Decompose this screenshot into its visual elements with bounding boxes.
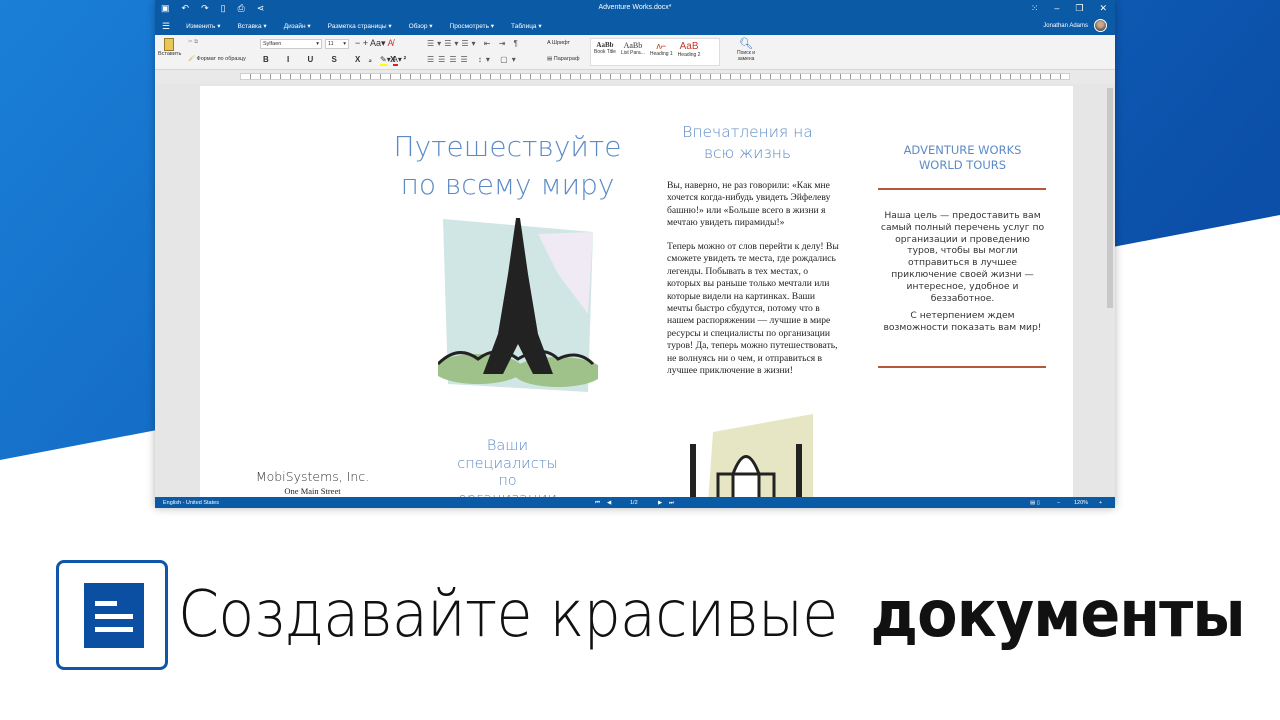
font-name-select[interactable]: Sylfaen ▾: [260, 39, 322, 49]
page-indicator: 1/2: [630, 500, 638, 506]
first-page-button[interactable]: ⏮: [595, 500, 600, 507]
find-replace-button[interactable]: 🔍︎ Поиск и замена: [733, 37, 759, 62]
view-mode-icons[interactable]: ▤ ▯: [1030, 500, 1040, 506]
taj-mahal-image: [690, 414, 813, 504]
document-title: Adventure Works.docx*: [598, 4, 672, 11]
highlight-color-button[interactable]: ✎▾ A▾: [380, 55, 402, 66]
style-book-title[interactable]: AaBb Book Title: [594, 41, 616, 63]
column3-title: ADVENTURE WORKS WORLD TOURS: [903, 143, 1022, 172]
font-dialog-button[interactable]: A Шрифт: [547, 40, 570, 46]
document-page: Путешествуйте по всему миру Ваши специал…: [200, 86, 1073, 507]
column3-paragraph-1: Наша цель — предоставить вам самый полны…: [880, 210, 1045, 304]
clipboard-icon: [164, 38, 174, 51]
column3-paragraph-2: С нетерпением ждем возможности показать …: [883, 310, 1042, 333]
style-heading-1[interactable]: ʌ⌐ Heading 1: [650, 41, 673, 63]
zoom-out-button[interactable]: −: [1057, 500, 1060, 506]
align-buttons[interactable]: ☰☰☰☰ ↕▾ ▢▾: [427, 55, 520, 64]
column2-paragraph-2: Теперь можно от слов перейти к делу! Вы …: [667, 241, 839, 377]
ruler[interactable]: [155, 70, 1115, 84]
eiffel-tower-image: [438, 218, 598, 392]
font-size-controls[interactable]: − + Aa▾ A̸: [355, 38, 394, 49]
menu-bar: ☰ Изменить ▾ Вставка ▾ Дизайн ▾ Разметка…: [155, 17, 1115, 35]
company-address: One Main Street: [284, 486, 341, 496]
avatar[interactable]: [1094, 19, 1107, 32]
font-color-button[interactable]: A: [392, 55, 398, 66]
menu-design[interactable]: Дизайн ▾: [284, 22, 311, 30]
format-painter-button[interactable]: 🖌 Формат по образцу: [188, 56, 246, 62]
zoom-in-button[interactable]: +: [1099, 500, 1102, 506]
next-page-button[interactable]: ▶: [658, 500, 662, 506]
style-heading-2[interactable]: AaB Heading 2: [678, 41, 701, 63]
hamburger-icon[interactable]: ☰: [162, 21, 170, 32]
menu-edit[interactable]: Изменить ▾: [186, 22, 220, 30]
vertical-scrollbar[interactable]: [1107, 88, 1113, 308]
menu-view[interactable]: Просмотреть ▾: [450, 22, 495, 30]
fullscreen-icon[interactable]: ⁙: [1031, 3, 1039, 14]
last-page-button[interactable]: ⏭: [669, 500, 674, 507]
document-area: Путешествуйте по всему миру Ваши специал…: [155, 84, 1115, 507]
zoom-level[interactable]: 120%: [1074, 500, 1088, 506]
divider-top: [878, 188, 1046, 190]
paste-button[interactable]: Вставить: [158, 38, 181, 57]
styles-gallery: AaBb Book Title AaBb List Para... ʌ⌐ Headin…: [590, 38, 720, 66]
banner-slogan: Создавайте красивые документы: [178, 578, 1246, 652]
banner-slogan-bold: документы: [870, 578, 1246, 652]
list-buttons[interactable]: ☰▾☰▾☰▾ ⇤ ⇥ ¶: [427, 39, 521, 48]
minimize-icon[interactable]: –: [1054, 3, 1059, 14]
menu-layout[interactable]: Разметка страницы ▾: [328, 22, 392, 30]
menu-table[interactable]: Таблица ▾: [511, 22, 542, 30]
paragraph-dialog-button[interactable]: ▤ Параграф: [547, 56, 580, 62]
close-icon[interactable]: ✕: [1099, 3, 1107, 14]
column1-title: Путешествуйте по всему миру: [393, 130, 622, 201]
search-icon: 🔍︎: [739, 38, 753, 50]
menu-insert[interactable]: Вставка ▾: [237, 22, 266, 30]
document-app-icon: [56, 560, 168, 670]
brush-icon: 🖌: [188, 56, 195, 62]
prev-page-button[interactable]: ◀: [607, 500, 611, 506]
company-name: MobiSystems, Inc.: [255, 469, 370, 484]
column2-title: Впечатления на всю жизнь: [682, 123, 813, 162]
ribbon: Вставить ✂ ⧉ 🖌 Формат по образцу Sylfaen…: [155, 35, 1115, 70]
app-window: ▣ ↶ ↷ ▯ ⎙ ⋖ Adventure Works.docx* ⁙ – ❐ …: [155, 0, 1115, 508]
font-size-select[interactable]: 11 ▾: [325, 39, 349, 49]
user-name[interactable]: Jonathan Adams: [1043, 23, 1088, 29]
clear-format-icon[interactable]: A̸: [388, 38, 394, 48]
style-list-paragraph[interactable]: AaBb List Para...: [621, 41, 645, 63]
paragraph-icon: ▤: [547, 56, 553, 62]
language-indicator[interactable]: English - United States: [163, 500, 219, 506]
maximize-icon[interactable]: ❐: [1075, 3, 1083, 14]
menu-review[interactable]: Обзор ▾: [409, 22, 433, 30]
status-bar: English - United States ⏮ ◀ 1/2 ▶ ⏭ ▤ ▯ …: [155, 497, 1115, 508]
cut-icon[interactable]: ✂ ⧉: [188, 39, 198, 46]
title-bar: ▣ ↶ ↷ ▯ ⎙ ⋖ Adventure Works.docx* ⁙ – ❐ …: [155, 0, 1115, 17]
column2-paragraph-1: Вы, наверно, не раз говорили: «Как мне х…: [667, 180, 831, 229]
divider-bottom: [878, 366, 1046, 368]
font-icon: A: [547, 40, 551, 46]
